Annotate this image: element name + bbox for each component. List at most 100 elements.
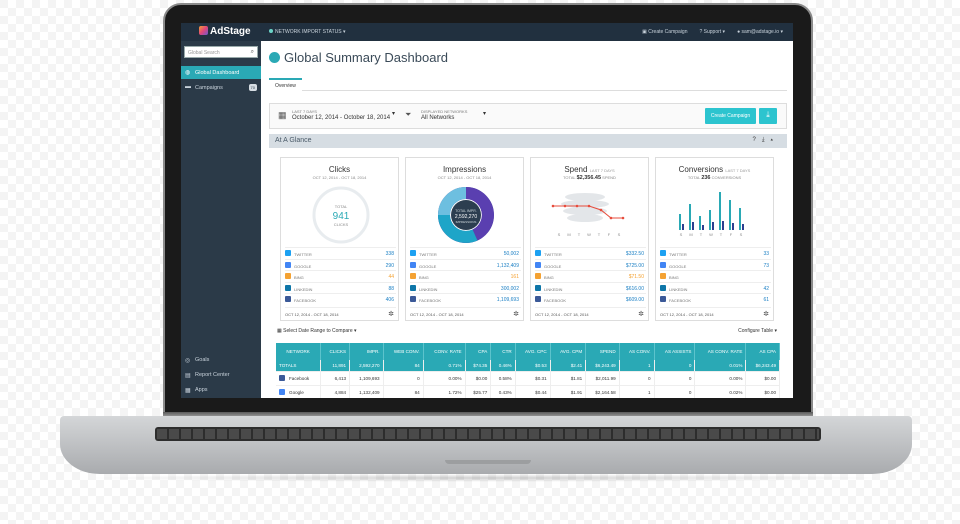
linkedin-icon bbox=[410, 284, 416, 291]
network-row-facebook[interactable]: FACEBOOK $609.00 bbox=[535, 293, 646, 305]
sidebar-item-campaigns[interactable]: ▬ Campaigns 70 bbox=[181, 81, 261, 94]
column-header[interactable]: CPA bbox=[465, 343, 492, 360]
svg-text:M: M bbox=[567, 232, 570, 237]
card-title-note: LAST 7 DAYS bbox=[725, 168, 751, 173]
network-value: 300,002 bbox=[500, 285, 519, 292]
card-title-text: Spend bbox=[564, 165, 588, 174]
table-row[interactable]: Google 4,884 1,132,409 84 1.72% $25.77 0.43% $0… bbox=[276, 385, 780, 398]
column-header[interactable]: AS CPA bbox=[745, 343, 780, 360]
gear-icon[interactable]: ✲ bbox=[763, 310, 769, 318]
create-campaign-button[interactable]: Create Campaign bbox=[705, 108, 756, 124]
conversion-bars-teal bbox=[679, 192, 741, 230]
column-header[interactable]: AVG. CPM bbox=[550, 343, 587, 360]
network-row-linkedin[interactable]: LINKEDIN 88 bbox=[285, 281, 396, 294]
network-row-linkedin[interactable]: LINKEDIN $616.00 bbox=[535, 281, 646, 294]
sidebar-item-report-center[interactable]: ▤ Report Center bbox=[181, 372, 261, 379]
network-table: NETWORK CLICKS IMPR. WEB CONV. CONV. RATE CPA… bbox=[276, 343, 780, 398]
network-row-bing[interactable]: BING bbox=[660, 270, 771, 282]
compare-date-range-button[interactable]: ▦ Select Date Range to Compare ▾ bbox=[277, 328, 357, 334]
keys bbox=[157, 429, 819, 439]
totals-cell: 2,592,270 bbox=[349, 360, 384, 372]
twitter-icon bbox=[410, 250, 416, 256]
help-icon[interactable]: ? bbox=[752, 137, 761, 143]
network-rows: TWITTER $332.50 GOOGLE $725.00 BING $71.50 LIN… bbox=[535, 247, 646, 305]
user-menu[interactable]: ● sam@adstage.io ▾ bbox=[737, 29, 783, 35]
google-icon bbox=[535, 261, 541, 268]
column-header[interactable]: WEB CONV. bbox=[383, 343, 424, 360]
network-row-google[interactable]: GOOGLE 290 bbox=[285, 258, 396, 271]
gear-icon[interactable]: ✲ bbox=[638, 310, 644, 318]
column-header[interactable]: NETWORK bbox=[276, 343, 322, 360]
totals-cell: 84 bbox=[383, 360, 424, 372]
table-cell: $1.81 bbox=[550, 371, 587, 386]
download-icon[interactable]: ⤓ bbox=[759, 108, 777, 124]
footer-date: OCT 12, 2014 - OCT 18, 2014 bbox=[410, 312, 464, 317]
network-row-google[interactable]: GOOGLE $725.00 bbox=[535, 258, 646, 271]
column-header[interactable]: CTR bbox=[490, 343, 516, 360]
sidebar-item-goals[interactable]: ◎ Goals bbox=[181, 357, 261, 364]
network-row-linkedin[interactable]: LINKEDIN 42 bbox=[660, 281, 771, 294]
network-row-facebook[interactable]: FACEBOOK 406 bbox=[285, 293, 396, 305]
network-row-bing[interactable]: BING 161 bbox=[410, 270, 521, 282]
status-dot-icon bbox=[269, 29, 273, 33]
networks-value[interactable]: All Networks bbox=[421, 115, 454, 121]
network-row-google[interactable]: GOOGLE 1,132,409 bbox=[410, 258, 521, 271]
column-header[interactable]: AS ASSISTS bbox=[654, 343, 696, 360]
network-row-facebook[interactable]: FACEBOOK 61 bbox=[660, 293, 771, 305]
google-icon bbox=[279, 389, 285, 395]
brand-logo[interactable]: AdStage bbox=[199, 26, 251, 37]
network-row-twitter[interactable]: TWITTER $332.50 bbox=[535, 247, 646, 259]
sidebar-item-global-dashboard[interactable]: ◍ Global Dashboard bbox=[181, 66, 261, 79]
network-row-bing[interactable]: BING $71.50 bbox=[535, 270, 646, 282]
column-header[interactable]: IMPR. bbox=[349, 343, 384, 360]
network-import-status[interactable]: NETWORK IMPORT STATUS ▾ bbox=[269, 29, 345, 35]
footer-date: OCT 12, 2014 - OCT 18, 2014 bbox=[535, 312, 589, 317]
network-row-facebook[interactable]: FACEBOOK 1,109,693 bbox=[410, 293, 521, 305]
main-content: Global Summary Dashboard Overview ▦ LAST… bbox=[261, 41, 793, 398]
tab-overview[interactable]: Overview bbox=[269, 78, 302, 92]
gear-icon[interactable]: ✲ bbox=[388, 310, 394, 318]
spend-card: Spend LAST 7 DAYS TOTAL $2,356.45 SPEND … bbox=[530, 157, 649, 321]
table-row[interactable]: Facebook 6,413 1,109,693 0 0.00% $0.00 0.58% $0… bbox=[276, 371, 780, 386]
network-name: BING bbox=[419, 275, 429, 280]
network-row-twitter[interactable]: TWITTER 33 bbox=[660, 247, 771, 259]
calendar-icon[interactable]: ▦ bbox=[278, 110, 287, 121]
totals-cell: $6,243.49 bbox=[745, 360, 780, 372]
create-campaign-link[interactable]: ▣ Create Campaign bbox=[642, 29, 687, 35]
laptop-base bbox=[60, 416, 912, 474]
column-header[interactable]: AS CONV. RATE bbox=[694, 343, 747, 360]
chevron-down-icon[interactable]: ▾ bbox=[483, 110, 486, 117]
totals-cell: 0.71% bbox=[423, 360, 466, 372]
global-search-input[interactable]: Global Search ⌕ bbox=[184, 46, 258, 58]
network-row-linkedin[interactable]: LINKEDIN 300,002 bbox=[410, 281, 521, 294]
column-header[interactable]: SPEND bbox=[585, 343, 620, 360]
configure-label: Configure Table bbox=[738, 328, 774, 334]
column-header[interactable]: AVG. CPC bbox=[515, 343, 551, 360]
column-header[interactable]: CONV. RATE bbox=[423, 343, 466, 360]
column-header[interactable]: AS CONV. bbox=[619, 343, 655, 360]
chevron-down-icon[interactable]: ▾ bbox=[392, 110, 395, 117]
sidebar-item-apps[interactable]: ▦ Apps bbox=[181, 387, 261, 394]
table-cell: $1.91 bbox=[550, 385, 587, 398]
column-header[interactable]: CLICKS bbox=[320, 343, 351, 360]
network-value: 73 bbox=[763, 262, 769, 269]
network-row-bing[interactable]: BING 44 bbox=[285, 270, 396, 282]
filter-icon[interactable]: ⏷ bbox=[405, 110, 411, 120]
clicks-ring-chart: TOTAL 941 CLICKS bbox=[312, 186, 370, 244]
support-menu[interactable]: ? Support ▾ bbox=[699, 29, 725, 35]
donut-unit: IMPRESSIONS bbox=[456, 220, 477, 224]
table-cell: 0 bbox=[383, 371, 424, 386]
network-name: TWITTER bbox=[294, 252, 312, 257]
network-row-google[interactable]: GOOGLE 73 bbox=[660, 258, 771, 271]
configure-table-button[interactable]: Configure Table ▾ bbox=[738, 328, 777, 334]
table-cell: $25.77 bbox=[465, 385, 492, 398]
gear-icon[interactable]: ✲ bbox=[513, 310, 519, 318]
collapse-icon[interactable]: ▴ bbox=[770, 137, 779, 143]
date-range-value[interactable]: October 12, 2014 - October 18, 2014 bbox=[292, 115, 390, 121]
table-cell: 0.00% bbox=[694, 371, 747, 386]
table-cell: 0.43% bbox=[490, 385, 516, 398]
linkedin-icon bbox=[285, 284, 291, 291]
bing-icon bbox=[535, 273, 541, 279]
network-row-twitter[interactable]: TWITTER 50,002 bbox=[410, 247, 521, 259]
network-row-twitter[interactable]: TWITTER 338 bbox=[285, 247, 396, 259]
